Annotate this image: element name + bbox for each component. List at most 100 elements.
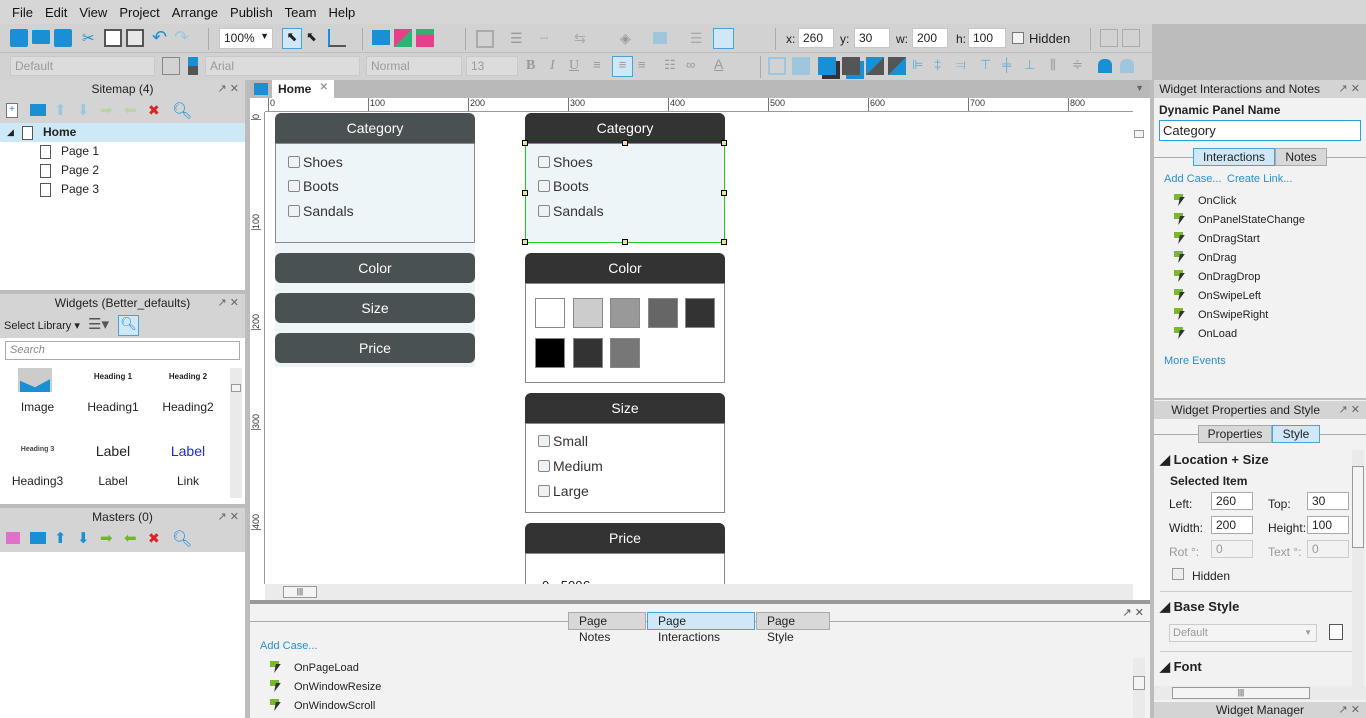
image-widget-icon[interactable] <box>18 368 52 392</box>
event-onwindowresize[interactable]: OnWindowResize <box>270 680 381 694</box>
resize-handle-nw[interactable] <box>522 140 528 146</box>
collapse-triangle-icon[interactable]: ◢ <box>7 123 14 142</box>
popout-icon[interactable]: ↗ <box>1339 83 1348 95</box>
align-middle-icon[interactable] <box>713 28 734 49</box>
shadow-icon[interactable]: ☰ <box>690 30 708 48</box>
unlock-icon[interactable] <box>1120 59 1134 73</box>
bold-button[interactable]: B <box>526 58 535 74</box>
heading1-widget-preview[interactable]: Heading 1 <box>77 372 149 381</box>
align-right-icon[interactable]: ≡ <box>638 57 656 75</box>
sitemap-toggle-icon[interactable] <box>254 83 268 95</box>
tab-home[interactable]: Home ✕ <box>272 80 334 98</box>
right-color-header[interactable]: Color <box>525 253 725 283</box>
add-page-icon[interactable]: + <box>6 103 18 118</box>
move-down-icon[interactable]: ⬇ <box>77 101 95 119</box>
add-case-link[interactable]: Add Case... <box>260 640 317 652</box>
right-size-header[interactable]: Size <box>525 393 725 423</box>
italic-button[interactable]: I <box>550 58 555 74</box>
text-rotation-input[interactable]: 0 <box>1307 540 1349 558</box>
border-color-icon[interactable] <box>476 30 494 48</box>
add-case-link[interactable]: Add Case... <box>1164 173 1221 185</box>
align-left-icon[interactable]: ≡ <box>593 57 611 75</box>
link-icon[interactable]: ∞ <box>686 57 704 75</box>
checkbox-icon[interactable] <box>538 156 550 168</box>
left-checkbox-shoes[interactable]: Shoes <box>288 154 343 170</box>
y-input[interactable]: 30 <box>854 28 890 48</box>
top-input[interactable]: 30 <box>1307 492 1349 510</box>
move-up-icon[interactable]: ⬆ <box>54 101 72 119</box>
popout-icon[interactable]: ↗ <box>218 297 227 309</box>
widgets-scrollbar[interactable] <box>230 368 242 498</box>
right-category-header[interactable]: Category <box>525 113 725 143</box>
resize-handle-sw[interactable] <box>522 239 528 245</box>
select-intersect-icon[interactable]: ⬉ <box>282 28 302 49</box>
checkbox-large[interactable]: Large <box>538 483 589 499</box>
event-onswiperight[interactable]: OnSwipeRight <box>1174 308 1268 322</box>
connector-icon[interactable] <box>328 29 346 47</box>
align-center-icon[interactable]: ≡ <box>612 56 633 77</box>
add-master-icon[interactable] <box>6 532 20 544</box>
search-icon[interactable]: 🔍︎ <box>172 101 192 120</box>
indent-icon[interactable]: ➡ <box>100 529 118 547</box>
canvas-vertical-scrollbar[interactable] <box>1133 112 1145 584</box>
outdent-icon[interactable]: ⬅ <box>124 529 142 547</box>
share-icon[interactable] <box>394 29 412 47</box>
event-onswipeleft[interactable]: OnSwipeLeft <box>1174 289 1261 303</box>
x-input[interactable]: 260 <box>798 28 834 48</box>
indent-icon[interactable]: ➡ <box>100 101 118 119</box>
base-style-section[interactable]: ◢ Base Style <box>1160 599 1239 615</box>
menu-team[interactable]: Team <box>279 5 323 20</box>
hidden-checkbox[interactable] <box>1012 32 1024 44</box>
close-tab-icon[interactable]: ✕ <box>320 82 328 93</box>
line-pattern-icon[interactable]: ┄ <box>540 30 558 48</box>
align-middle-objects-icon[interactable]: ╪ <box>1002 57 1020 75</box>
menu-edit[interactable]: Edit <box>39 5 73 20</box>
base-style-select[interactable]: Default ▼ <box>1169 624 1317 642</box>
right-category-body-selected[interactable]: Shoes Boots Sandals <box>525 143 725 243</box>
lock-icon[interactable] <box>1098 59 1112 73</box>
color-swatch[interactable] <box>685 298 715 328</box>
tab-page-style[interactable]: Page Style <box>756 612 830 644</box>
event-onpanelstatechange[interactable]: OnPanelStateChange <box>1174 213 1305 227</box>
checkbox-small[interactable]: Small <box>538 433 588 449</box>
dynamic-panel-name-input[interactable]: Category <box>1159 120 1361 141</box>
color-swatch[interactable] <box>572 298 603 328</box>
checkbox-icon[interactable] <box>538 460 550 472</box>
search-toggle-icon[interactable]: 🔍︎ <box>118 315 139 336</box>
checkbox-icon[interactable] <box>288 180 300 192</box>
left-color-header[interactable]: Color <box>275 253 475 283</box>
checkbox-icon[interactable] <box>538 180 550 192</box>
style-select[interactable]: Default <box>10 56 155 76</box>
sitemap-item-page1[interactable]: Page 1 <box>0 142 245 161</box>
checkbox-medium[interactable]: Medium <box>538 458 603 474</box>
close-icon[interactable]: ✕ <box>1135 607 1144 619</box>
checkbox-icon[interactable] <box>538 435 550 447</box>
add-folder-icon[interactable] <box>30 532 46 544</box>
align-top-icon[interactable]: ⊤ <box>980 57 998 75</box>
rotation-input[interactable]: 0 <box>1211 540 1253 558</box>
cut-icon[interactable]: ✂ <box>82 29 100 47</box>
properties-scrollbar[interactable] <box>1352 450 1364 686</box>
color-swatch[interactable] <box>610 298 640 328</box>
close-icon[interactable]: ✕ <box>230 297 239 309</box>
event-onwindowscroll[interactable]: OnWindowScroll <box>270 699 375 713</box>
preview-icon[interactable] <box>372 30 390 45</box>
left-checkbox-boots[interactable]: Boots <box>288 178 339 194</box>
style-editor-icon[interactable] <box>162 57 180 75</box>
menu-file[interactable]: File <box>6 5 39 20</box>
zoom-select[interactable]: 100% ▼ <box>219 28 273 49</box>
widget-search-input[interactable]: Search <box>5 341 240 360</box>
create-link-link[interactable]: Create Link... <box>1227 173 1292 185</box>
checkbox-icon[interactable] <box>288 156 300 168</box>
menu-icon[interactable]: ☰▾ <box>88 315 109 333</box>
right-checkbox-sandals[interactable]: Sandals <box>538 203 604 219</box>
export-icon[interactable] <box>1122 29 1140 47</box>
format-painter-icon[interactable] <box>188 57 198 75</box>
font-size-select[interactable]: 13 <box>466 56 518 76</box>
hidden-checkbox[interactable] <box>1172 568 1184 580</box>
bring-forward-icon[interactable] <box>866 57 884 75</box>
sitemap-item-home[interactable]: ◢ Home <box>0 123 245 142</box>
tab-properties[interactable]: Properties <box>1198 425 1272 443</box>
search-icon[interactable]: 🔍︎ <box>172 529 192 548</box>
checkbox-icon[interactable] <box>288 205 300 217</box>
